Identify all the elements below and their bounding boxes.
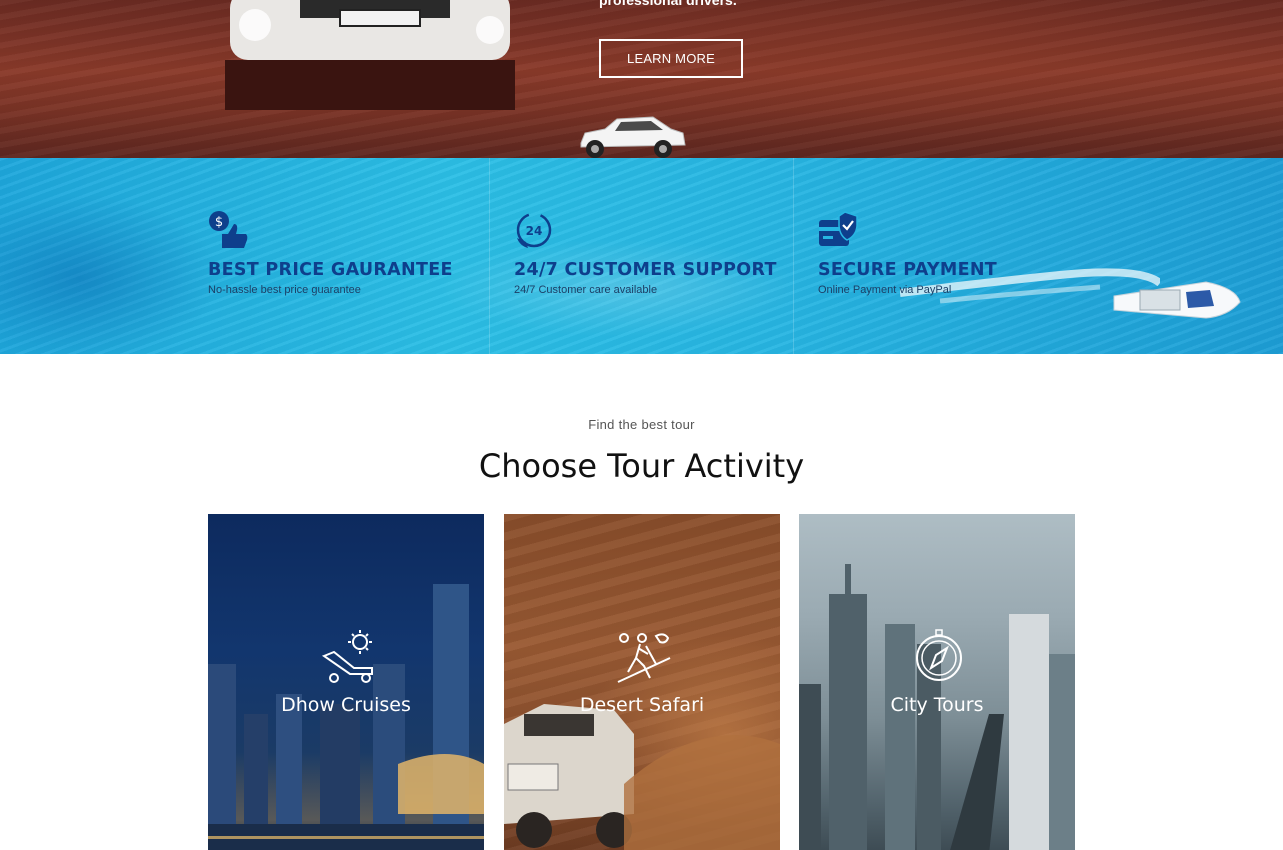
tour-card-label: Desert Safari	[579, 694, 705, 716]
tour-card-label: City Tours	[890, 694, 984, 716]
feature-secure-payment: SECURE PAYMENT Online Payment via PayPal	[818, 210, 997, 296]
tour-card-desert-safari[interactable]: Desert Safari	[504, 514, 780, 850]
compass-icon	[916, 629, 962, 681]
sunbed-icon	[321, 630, 373, 683]
svg-text:$: $	[215, 215, 223, 230]
hiker-icon	[617, 633, 671, 683]
secure-payment-icon	[819, 211, 858, 246]
feature-title: 24/7 CUSTOMER SUPPORT	[514, 260, 777, 280]
feature-customer-support: 24 24/7 CUSTOMER SUPPORT 24/7 Customer c…	[514, 210, 777, 296]
feature-title: SECURE PAYMENT	[818, 260, 998, 280]
tour-card-label: Dhow Cruises	[281, 694, 411, 716]
tours-title: Choose Tour Activity	[478, 447, 805, 485]
feature-best-price: $ BEST PRICE GAURANTEE No-hassle best pr…	[208, 210, 453, 296]
feature-title: BEST PRICE GAURANTEE	[208, 260, 453, 280]
tour-card-dhow-cruises[interactable]: Dhow Cruises	[208, 514, 484, 850]
hero-subtitle: professional drivers.	[599, 0, 737, 8]
suv-front-image	[225, 0, 515, 110]
learn-more-button[interactable]: LEARN MORE	[599, 39, 743, 78]
tours-subtitle: Find the best tour	[588, 417, 695, 432]
hero-banner: professional drivers. LEARN MORE	[0, 0, 1283, 158]
feature-text: No-hassle best price guarantee	[208, 284, 361, 296]
speedboat-image	[1113, 281, 1241, 319]
feature-text: Online Payment via PayPal	[818, 284, 952, 296]
support-24-icon: 24	[516, 212, 552, 248]
svg-text:24: 24	[526, 224, 543, 238]
tour-card-city-tours[interactable]: City Tours	[799, 514, 1075, 850]
feature-divider	[793, 158, 794, 354]
feature-text: 24/7 Customer care available	[514, 284, 658, 296]
price-thumbs-up-icon: $	[209, 211, 248, 248]
feature-divider	[489, 158, 490, 354]
car-icon	[580, 116, 686, 158]
features-bar: $ BEST PRICE GAURANTEE No-hassle best pr…	[0, 158, 1283, 354]
